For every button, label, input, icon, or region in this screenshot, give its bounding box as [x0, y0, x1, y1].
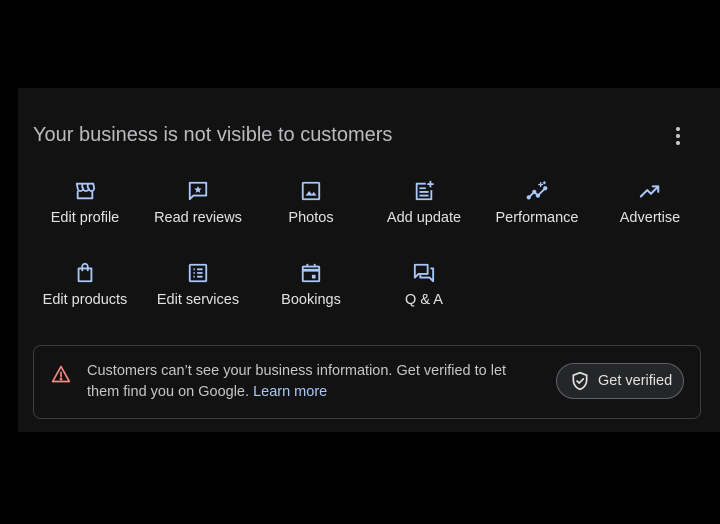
add-update-label: Add update — [386, 210, 462, 226]
more-options-icon[interactable] — [666, 124, 690, 148]
notice-message: Customers can’t see your business inform… — [87, 361, 527, 403]
forum-icon — [413, 262, 435, 284]
edit-profile-button[interactable]: Edit profile — [28, 178, 142, 234]
performance-button[interactable]: Performance — [480, 178, 594, 234]
list-icon — [187, 262, 209, 284]
warning-icon — [51, 364, 71, 384]
photos-label: Photos — [288, 210, 334, 226]
edit-products-label: Edit products — [42, 292, 128, 308]
post-add-icon — [413, 180, 435, 202]
advertise-label: Advertise — [619, 210, 681, 226]
card-title: Your business is not visible to customer… — [33, 124, 393, 146]
read-reviews-button[interactable]: Read reviews — [141, 178, 255, 234]
business-card: Your business is not visible to customer… — [18, 88, 720, 432]
review-star-icon — [187, 180, 209, 202]
bookings-label: Bookings — [281, 292, 341, 308]
performance-label: Performance — [495, 210, 579, 226]
get-verified-label: Get verified — [598, 373, 673, 389]
read-reviews-label: Read reviews — [154, 210, 242, 226]
advertise-button[interactable]: Advertise — [593, 178, 707, 234]
bookings-button[interactable]: Bookings — [254, 260, 368, 316]
insights-icon — [526, 180, 548, 202]
calendar-icon — [300, 262, 322, 284]
photos-button[interactable]: Photos — [254, 178, 368, 234]
edit-services-label: Edit services — [156, 292, 240, 308]
storefront-icon — [74, 180, 96, 202]
add-update-button[interactable]: Add update — [367, 178, 481, 234]
edit-profile-label: Edit profile — [50, 210, 120, 226]
get-verified-button[interactable]: Get verified — [556, 363, 684, 399]
q-and-a-button[interactable]: Q & A — [367, 260, 481, 316]
q-and-a-label: Q & A — [405, 292, 443, 308]
edit-products-button[interactable]: Edit products — [28, 260, 142, 316]
verified-shield-icon — [570, 371, 590, 391]
trending-up-icon — [639, 180, 661, 202]
verification-notice: Customers can’t see your business inform… — [33, 345, 701, 419]
photo-icon — [300, 180, 322, 202]
learn-more-link[interactable]: Learn more — [253, 384, 327, 400]
shopping-bag-icon — [74, 262, 96, 284]
edit-services-button[interactable]: Edit services — [141, 260, 255, 316]
